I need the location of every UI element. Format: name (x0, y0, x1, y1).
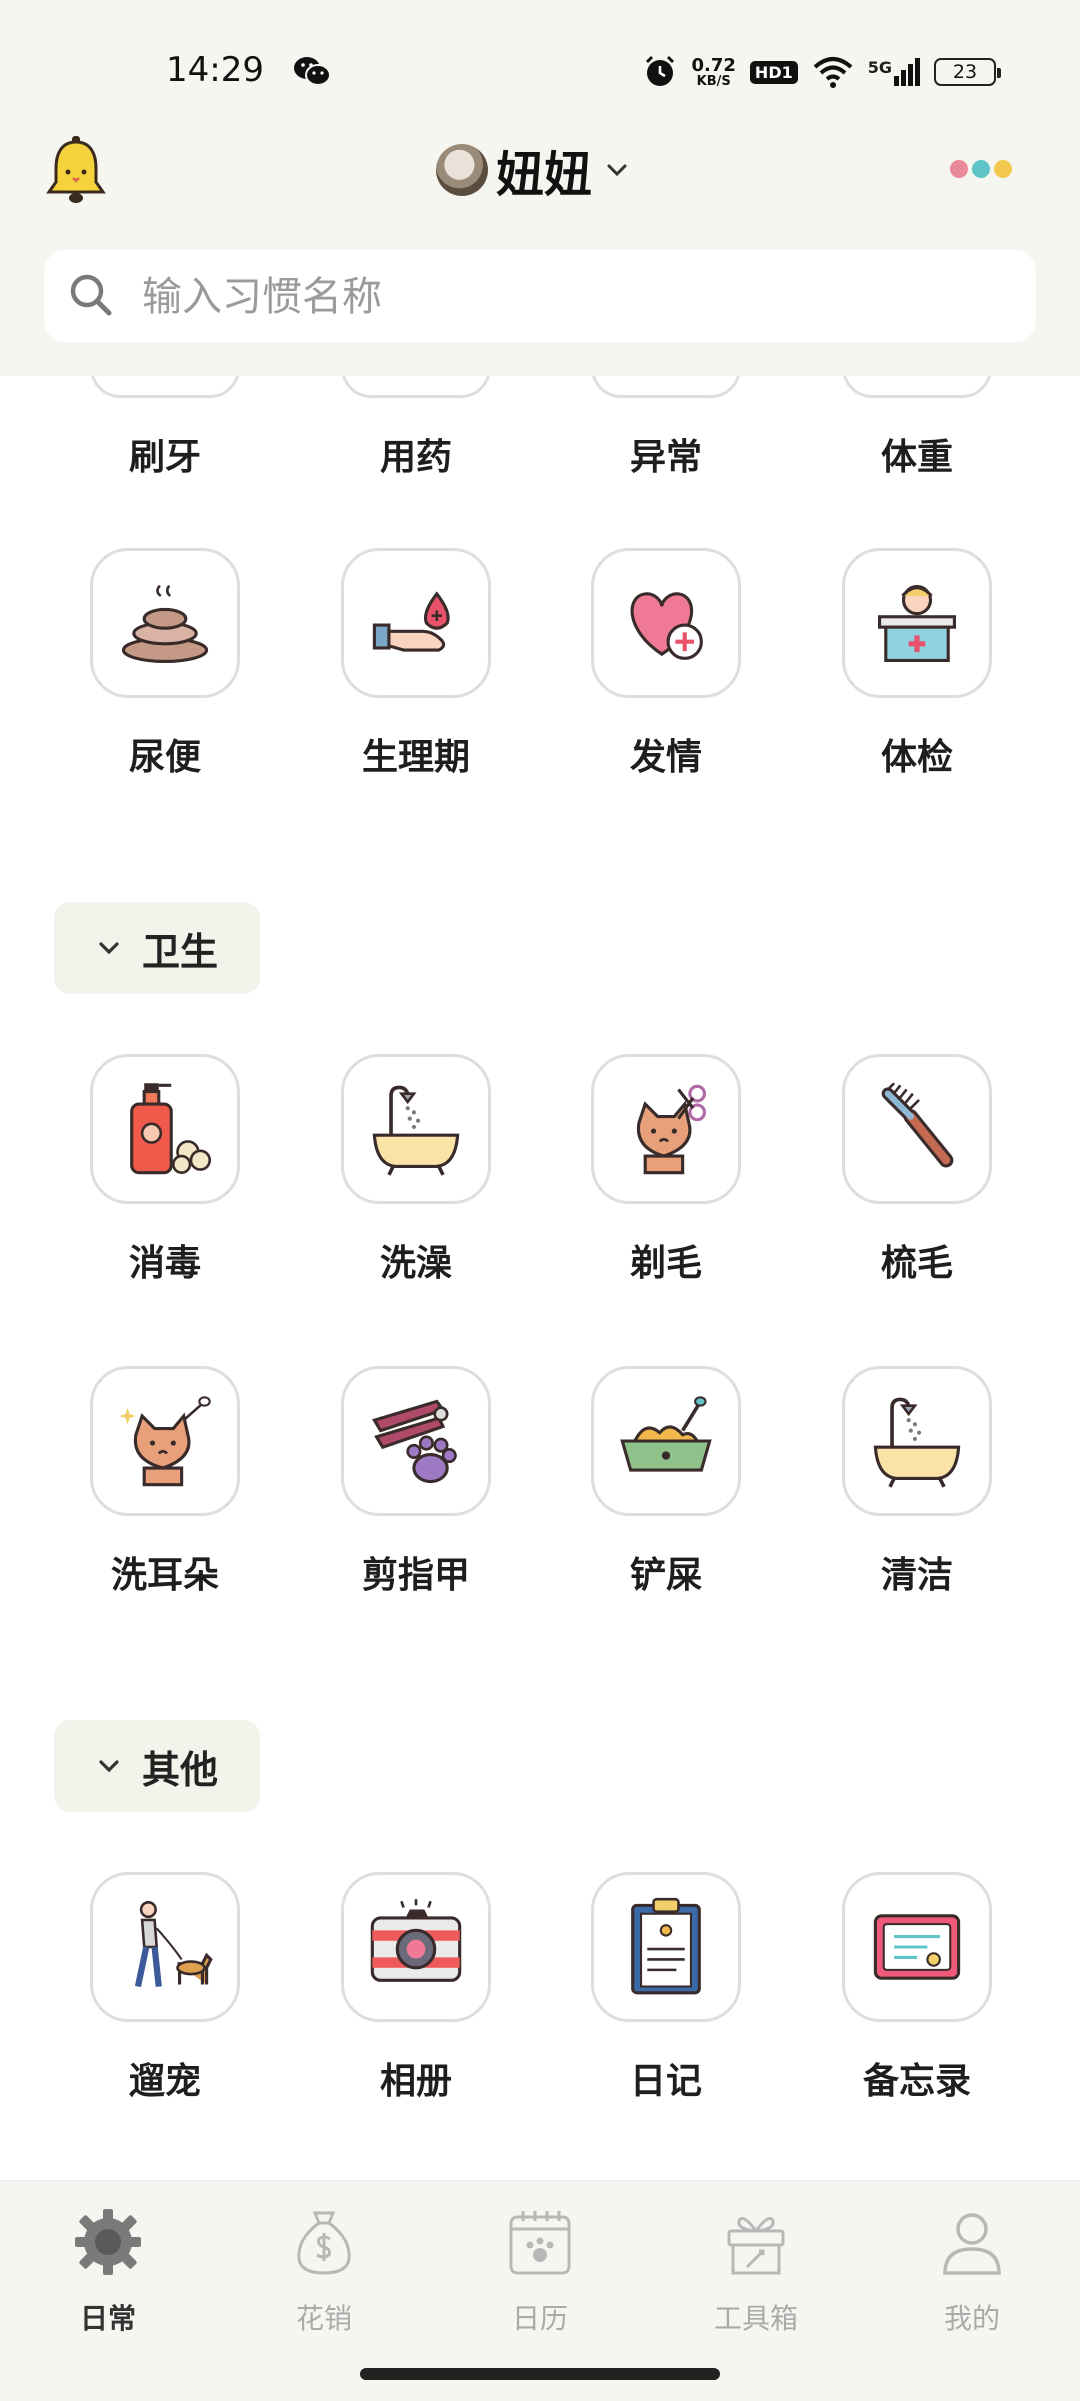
chevron-down-icon (99, 942, 119, 955)
vet-desk-icon (878, 585, 956, 662)
habit-nail-trim[interactable]: 剪指甲 (291, 1366, 541, 1598)
tab-calendar[interactable]: 日历 (432, 2205, 648, 2337)
habit-list[interactable]: 刷牙 用药 异常 体重 尿便 生理期 发情 体检 卫生 消毒 洗澡 剃毛 梳毛 … (0, 376, 1080, 2180)
battery-indicator: 23 (934, 58, 1001, 86)
litter-box-icon (620, 1396, 712, 1472)
habit-period[interactable]: 生理期 (291, 548, 541, 780)
wifi-icon (813, 57, 853, 88)
gear-icon (75, 2209, 141, 2275)
habit-shave[interactable]: 剃毛 (541, 1054, 791, 1286)
search-icon (70, 274, 112, 316)
clipboard-icon (631, 1897, 701, 1995)
pet-avatar (436, 144, 488, 196)
soap-bottle-icon (130, 1083, 212, 1175)
comb-icon (881, 1082, 954, 1168)
habit-brush-teeth[interactable]: 刷牙 (40, 376, 290, 480)
pet-switcher[interactable]: 妞妞 (436, 140, 634, 203)
gift-box-icon (727, 2217, 785, 2275)
habit-disinfect[interactable]: 消毒 (40, 1054, 290, 1286)
cell-signal-icon: 5G (868, 58, 920, 86)
tab-toolbox[interactable]: 工具箱 (648, 2205, 864, 2337)
status-time: 14:29 (166, 50, 264, 90)
hd-badge: HD1 (749, 60, 798, 84)
heart-plus-icon (630, 592, 703, 660)
alarm-icon (645, 55, 674, 86)
habit-cleaning[interactable]: 清洁 (792, 1366, 1042, 1598)
habit-estrus[interactable]: 发情 (541, 548, 791, 780)
dot-red (950, 160, 968, 178)
more-menu-button[interactable] (950, 160, 1012, 178)
tab-daily[interactable]: 日常 (0, 2205, 216, 2337)
habit-toilet[interactable]: 尿便 (40, 548, 290, 780)
cat-scissors-icon (636, 1084, 707, 1175)
hand-drop-icon (372, 591, 450, 652)
wechat-icon (294, 57, 331, 86)
nail-clipper-paw-icon (372, 1399, 457, 1484)
habit-litter[interactable]: 铲屎 (541, 1366, 791, 1598)
chevron-down-icon (99, 1760, 119, 1773)
search-input[interactable] (140, 268, 1004, 326)
habit-album[interactable]: 相册 (291, 1872, 541, 2104)
habit-diary[interactable]: 日记 (541, 1872, 791, 2104)
camera-icon (370, 1899, 462, 1982)
dog-walk-icon (134, 1900, 213, 1988)
status-bar: 14:29 0.72 KB/S HD1 5G 23 (0, 0, 1080, 130)
tab-me[interactable]: 我的 (864, 2205, 1080, 2337)
bathtub-icon (873, 1397, 961, 1488)
chevron-down-icon (607, 164, 627, 177)
bell-icon[interactable] (44, 134, 108, 206)
habit-walk-pet[interactable]: 遛宠 (40, 1872, 290, 2104)
habit-checkup[interactable]: 体检 (792, 548, 1042, 780)
tab-expenses[interactable]: 花销 (216, 2205, 432, 2337)
habit-medication[interactable]: 用药 (291, 376, 541, 480)
calendar-icon (509, 2211, 571, 2275)
bathtub-icon (372, 1085, 460, 1176)
habit-memo[interactable]: 备忘录 (792, 1872, 1042, 2104)
habit-comb[interactable]: 梳毛 (792, 1054, 1042, 1286)
dot-teal (972, 160, 990, 178)
section-other-header[interactable]: 其他 (54, 1720, 260, 1812)
pet-name: 妞妞 (496, 147, 593, 203)
money-bag-icon (297, 2211, 351, 2275)
section-hygiene-header[interactable]: 卫生 (54, 902, 260, 994)
status-icons: 0.72 KB/S HD1 5G 23 (642, 48, 1001, 96)
net-speed: 0.72 KB/S (691, 55, 736, 89)
poop-icon (121, 584, 209, 664)
habit-ear-clean[interactable]: 洗耳朵 (40, 1366, 290, 1598)
person-icon (943, 2213, 1001, 2275)
home-indicator[interactable] (360, 2368, 720, 2380)
cat-cotton-swab-icon (119, 1396, 211, 1487)
certificate-icon (873, 1914, 961, 1980)
habit-weight[interactable]: 体重 (792, 376, 1042, 480)
dot-yellow (994, 160, 1012, 178)
habit-abnormal[interactable]: 异常 (541, 376, 791, 480)
habit-bath[interactable]: 洗澡 (291, 1054, 541, 1286)
